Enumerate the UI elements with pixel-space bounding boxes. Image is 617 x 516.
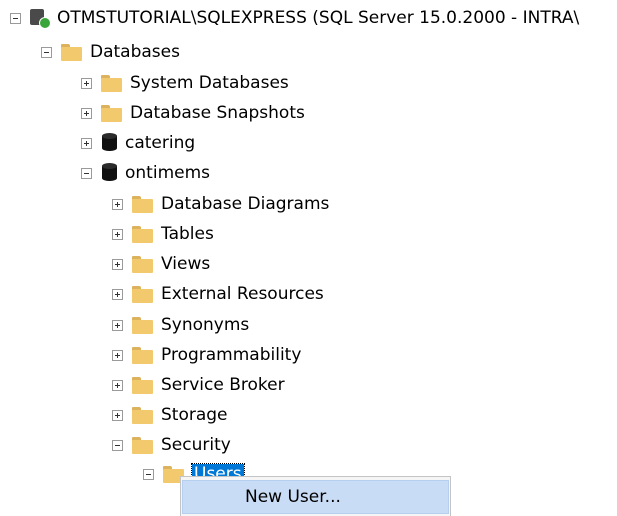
collapse-toggle[interactable] [81,167,92,179]
tree-node-label: Database Diagrams [161,194,330,214]
menu-item-label: New User... [245,487,341,507]
tree-node-server[interactable]: OTMSTUTORIAL\SQLEXPRESS (SQL Server 15.0… [10,4,579,32]
tree-node-label: Service Broker [161,375,285,395]
tree-node-ontimems[interactable]: ontimems [81,159,210,187]
expand-toggle[interactable] [112,319,123,331]
tree-node-security[interactable]: Security [112,431,231,459]
folder-icon [101,104,122,122]
tree-node-label: catering [125,133,196,153]
tree-node-label: Views [161,254,211,274]
object-explorer-tree: OTMSTUTORIAL\SQLEXPRESS (SQL Server 15.0… [0,0,617,516]
tree-node-views[interactable]: Views [112,250,210,278]
folder-icon [61,43,82,61]
collapse-toggle[interactable] [41,46,52,58]
tree-node-synonyms[interactable]: Synonyms [112,311,249,339]
tree-node-service-broker[interactable]: Service Broker [112,371,285,399]
folder-icon [132,285,153,303]
expand-toggle[interactable] [81,137,92,149]
tree-node-system-databases[interactable]: System Databases [81,69,289,97]
folder-icon [132,436,153,454]
menu-item-new-user[interactable]: New User... [182,480,449,514]
context-menu: New User... [180,476,451,516]
tree-node-database-diagrams[interactable]: Database Diagrams [112,190,329,218]
database-icon [102,163,117,183]
running-status-icon [39,17,51,29]
collapse-toggle[interactable] [143,468,154,480]
collapse-toggle[interactable] [112,439,123,451]
expand-toggle[interactable] [112,288,123,300]
tree-node-label: System Databases [130,73,289,93]
expand-toggle[interactable] [112,349,123,361]
folder-icon [101,74,122,92]
expand-toggle[interactable] [112,258,123,270]
folder-icon [132,225,153,243]
folder-icon [132,346,153,364]
server-running-icon [29,8,51,29]
folder-icon [132,376,153,394]
tree-node-programmability[interactable]: Programmability [112,341,301,369]
tree-node-label: Programmability [161,345,302,365]
folder-icon [132,255,153,273]
tree-node-external-resources[interactable]: External Resources [112,280,324,308]
tree-node-label: Tables [161,224,214,244]
expand-toggle[interactable] [112,198,123,210]
folder-icon [132,195,153,213]
menu-icon-gutter [183,481,213,513]
tree-node-label: Databases [90,42,180,62]
tree-node-databases[interactable]: Databases [41,38,180,66]
tree-node-database-snapshots[interactable]: Database Snapshots [81,99,305,127]
folder-icon [132,406,153,424]
tree-node-label: External Resources [161,284,324,304]
tree-node-label: OTMSTUTORIAL\SQLEXPRESS (SQL Server 15.0… [57,8,580,28]
expand-toggle[interactable] [112,228,123,240]
tree-node-label: Storage [161,405,228,425]
expand-toggle[interactable] [112,409,123,421]
tree-node-tables[interactable]: Tables [112,220,214,248]
tree-node-label: ontimems [125,163,210,183]
expand-toggle[interactable] [112,379,123,391]
expand-toggle[interactable] [81,107,92,119]
tree-node-storage[interactable]: Storage [112,401,228,429]
folder-icon [132,316,153,334]
tree-node-label: Synonyms [161,315,250,335]
tree-node-label: Security [161,435,231,455]
collapse-toggle[interactable] [10,12,21,24]
tree-node-label: Database Snapshots [130,103,305,123]
database-icon [102,133,117,153]
expand-toggle[interactable] [81,77,92,89]
tree-node-catering[interactable]: catering [81,129,195,157]
